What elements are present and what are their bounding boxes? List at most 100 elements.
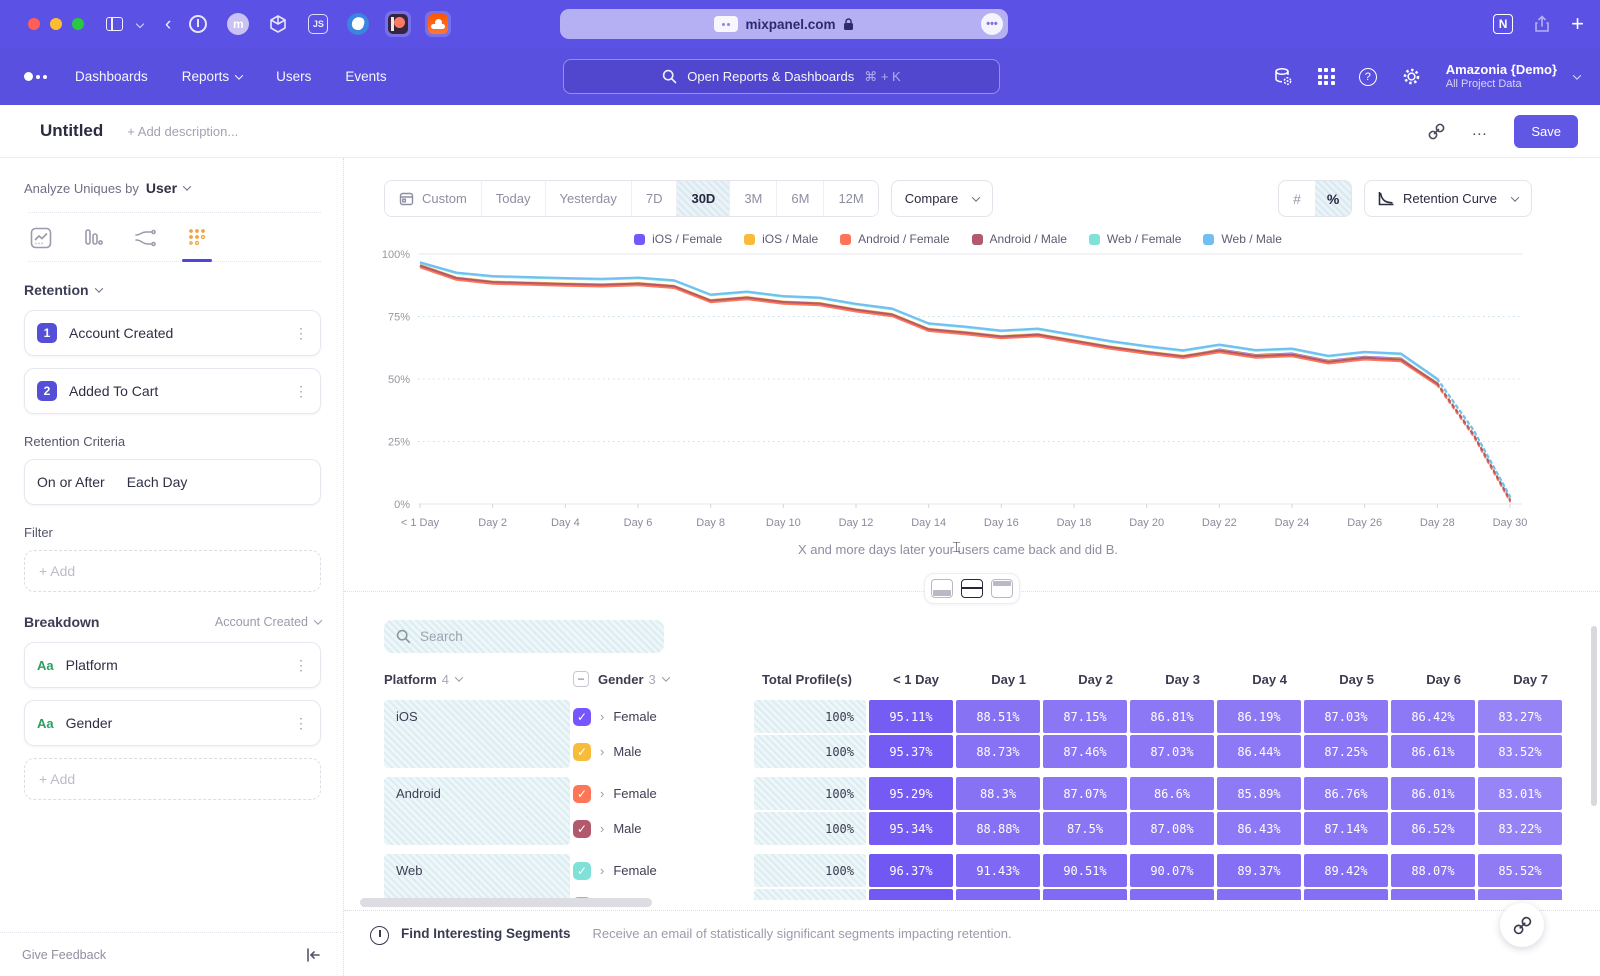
criteria-interval[interactable]: Each Day (127, 474, 188, 490)
tab-retention[interactable] (184, 225, 210, 251)
chevron-right-icon[interactable]: › (600, 863, 604, 878)
retention-value-cell[interactable]: 95.11% (869, 700, 953, 733)
series-checkbox[interactable]: ✓ (573, 708, 591, 726)
tab-avatar[interactable]: m (225, 11, 251, 37)
chevron-right-icon[interactable]: › (600, 786, 604, 801)
range-30d[interactable]: 30D (677, 181, 730, 216)
retention-value-cell[interactable]: 86.42% (1391, 700, 1475, 733)
more-options-button[interactable]: … (1471, 122, 1488, 140)
retention-chart[interactable]: 0%25%50%75%100%< 1 DayDay 2Day 4Day 6Day… (364, 248, 1580, 544)
tab-flows[interactable] (132, 225, 158, 251)
copy-link-icon[interactable] (1428, 123, 1445, 140)
report-title[interactable]: Untitled (40, 121, 103, 141)
retention-value-cell[interactable]: 86.81% (1130, 700, 1214, 733)
layout-table-only-button[interactable] (991, 579, 1013, 598)
back-button[interactable]: ‹ (165, 15, 171, 34)
platform-cell[interactable]: Android (384, 777, 570, 845)
range-custom[interactable]: Custom (385, 181, 482, 216)
retention-value-cell[interactable]: 83.22% (1478, 812, 1562, 845)
retention-value-cell[interactable]: 88.51% (956, 700, 1040, 733)
gender-cell[interactable]: ✓›Male (573, 735, 751, 768)
tab-soundcloud[interactable] (425, 11, 451, 37)
range-yesterday[interactable]: Yesterday (546, 181, 632, 216)
retention-value-cell[interactable]: 88.04% (1391, 889, 1475, 900)
day-column-header[interactable]: Day 4 (1217, 672, 1301, 687)
mixpanel-logo[interactable] (24, 72, 47, 81)
day-column-header[interactable]: Day 6 (1391, 672, 1475, 687)
retention-value-cell[interactable]: 87.5% (1043, 812, 1127, 845)
minimize-window-button[interactable] (50, 18, 62, 30)
tab-js[interactable]: JS (305, 11, 331, 37)
tab-funnels[interactable] (80, 225, 106, 251)
settings-gear-icon[interactable] (1401, 66, 1422, 87)
compare-button[interactable]: Compare (891, 180, 993, 217)
gender-cell[interactable]: ✓›Female (573, 777, 751, 810)
table-search-input[interactable]: Search (384, 620, 664, 653)
criteria-mode[interactable]: On or After (37, 474, 105, 490)
retention-value-cell[interactable]: 91.43% (956, 854, 1040, 887)
retention-step-2[interactable]: 2 Added To Cart ⋮ (24, 368, 321, 414)
retention-value-cell[interactable]: 87.14% (1304, 812, 1388, 845)
legend-item[interactable]: iOS / Female (634, 232, 722, 246)
breakdown-gender[interactable]: Aa Gender ⋮ (24, 700, 321, 746)
gender-cell[interactable]: ✓›Male (573, 812, 751, 845)
nav-dashboards[interactable]: Dashboards (75, 69, 148, 84)
tab-ring-icon[interactable] (185, 11, 211, 37)
layout-chart-only-button[interactable] (931, 579, 953, 598)
day-column-header[interactable]: Day 2 (1043, 672, 1127, 687)
range-3m[interactable]: 3M (730, 181, 777, 216)
gender-column-header[interactable]: − Gender3 (573, 671, 751, 687)
legend-item[interactable]: Web / Male (1203, 232, 1281, 246)
retention-value-cell[interactable]: 95.29% (869, 777, 953, 810)
legend-item[interactable]: Web / Female (1089, 232, 1181, 246)
series-checkbox[interactable]: ✓ (573, 785, 591, 803)
retention-value-cell[interactable]: 89.45% (1304, 889, 1388, 900)
percent-toggle[interactable]: % (1315, 181, 1351, 216)
kebab-menu-icon[interactable]: ⋮ (294, 325, 308, 342)
retention-value-cell[interactable]: 87.08% (1130, 812, 1214, 845)
breakdown-scope-dropdown[interactable]: Account Created (215, 615, 321, 629)
retention-value-cell[interactable]: 86.6% (1130, 777, 1214, 810)
retention-value-cell[interactable]: 86.01% (1391, 777, 1475, 810)
retention-value-cell[interactable]: 88.73% (956, 735, 1040, 768)
legend-item[interactable]: Android / Female (840, 232, 949, 246)
range-7d[interactable]: 7D (632, 181, 678, 216)
url-more-button[interactable]: ••• (981, 13, 1003, 35)
kebab-menu-icon[interactable]: ⋮ (294, 383, 308, 400)
chevron-right-icon[interactable]: › (600, 821, 604, 836)
retention-value-cell[interactable]: 85.89% (1217, 777, 1301, 810)
tab-insights[interactable] (28, 225, 54, 251)
gender-cell[interactable]: ✓›Female (573, 854, 751, 887)
chevron-right-icon[interactable]: › (600, 744, 604, 759)
retention-value-cell[interactable]: 87.46% (1043, 735, 1127, 768)
project-switcher[interactable]: Amazonia {Demo} All Project Data (1446, 62, 1580, 92)
retention-value-cell[interactable]: 88.3% (956, 777, 1040, 810)
retention-value-cell[interactable]: 87.15% (1043, 700, 1127, 733)
retention-value-cell[interactable]: 88.88% (956, 812, 1040, 845)
day-column-header[interactable]: Day 1 (956, 672, 1040, 687)
retention-criteria-control[interactable]: On or After Each Day (24, 459, 321, 505)
retention-value-cell[interactable]: 90.07% (1130, 854, 1214, 887)
layout-split-button[interactable] (961, 579, 983, 598)
notion-extension-icon[interactable]: N (1493, 14, 1513, 34)
platform-column-header[interactable]: Platform4 (384, 672, 570, 687)
close-window-button[interactable] (28, 18, 40, 30)
share-icon[interactable] (1533, 15, 1551, 33)
add-breakdown-button[interactable]: + Add (24, 758, 321, 800)
retention-value-cell[interactable]: 96.04% (869, 889, 953, 900)
nav-events[interactable]: Events (345, 69, 386, 84)
chevron-right-icon[interactable]: › (600, 709, 604, 724)
retention-value-cell[interactable]: 86.61% (1391, 735, 1475, 768)
add-description[interactable]: + Add description... (127, 124, 238, 139)
retention-value-cell[interactable]: 83.52% (1478, 735, 1562, 768)
chart-type-dropdown[interactable]: Retention Curve (1364, 180, 1532, 217)
retention-value-cell[interactable]: 86.43% (1217, 812, 1301, 845)
retention-value-cell[interactable]: 88.07% (1391, 854, 1475, 887)
retention-value-cell[interactable]: 90.54% (1043, 889, 1127, 900)
day-column-header[interactable]: Day 3 (1130, 672, 1214, 687)
range-12m[interactable]: 12M (824, 181, 877, 216)
retention-value-cell[interactable]: 89.42% (1304, 854, 1388, 887)
retention-value-cell[interactable]: 90.51% (1043, 854, 1127, 887)
retention-value-cell[interactable]: 85.52% (1478, 854, 1562, 887)
retention-value-cell[interactable]: 87.25% (1304, 735, 1388, 768)
